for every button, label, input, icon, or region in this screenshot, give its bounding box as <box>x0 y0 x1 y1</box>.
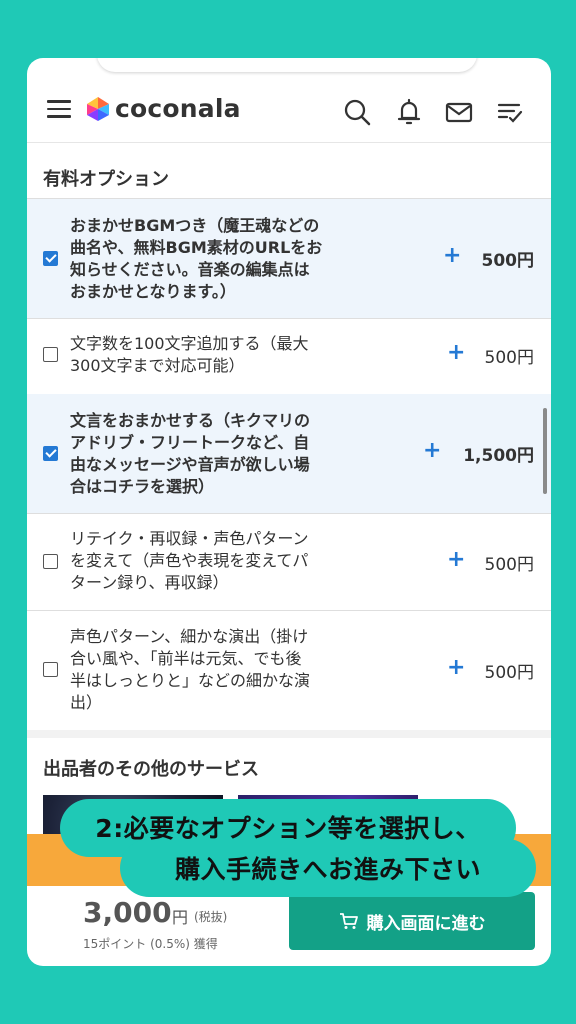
buy-button-label: 購入画面に進む <box>366 913 486 934</box>
other-services-title: 出品者のその他のサービス <box>43 759 259 780</box>
option-label: おまかせBGMつき（魔王魂などの 曲名や、無料BGM素材のURLをお 知らせくだ… <box>70 216 323 301</box>
option-row[interactable]: 文字数を100文字追加する（最大 300文字まで対応可能） + 500円 <box>27 317 551 395</box>
checkbox[interactable] <box>43 251 58 266</box>
mail-icon[interactable] <box>445 98 473 126</box>
app-header: coconala <box>27 86 551 143</box>
logo-text[interactable]: coconala <box>115 94 241 123</box>
tax-note: (税抜) <box>194 910 228 924</box>
checkbox[interactable] <box>43 662 58 677</box>
option-label: 声色パターン、細かな演出（掛け 合い風や、「前半は元気、でも後 半はしっとりと」… <box>70 627 311 712</box>
cart-icon <box>339 913 358 929</box>
menu-icon[interactable] <box>47 100 71 120</box>
proceed-to-purchase-button[interactable]: 購入画面に進む <box>289 892 535 950</box>
plus-icon: + <box>447 655 466 680</box>
option-price: 1,500円 <box>463 446 534 466</box>
total-price: 3,000 <box>83 896 172 929</box>
option-label: リテイク・再収録・声色パターン を変えて（声色や表現を変えてパ ターン録り、再収… <box>70 529 309 592</box>
option-row[interactable]: おまかせBGMつき（魔王魂などの 曲名や、無料BGM素材のURLをお 知らせくだ… <box>27 198 551 319</box>
option-label: 文字数を100文字追加する（最大 300文字まで対応可能） <box>70 334 309 375</box>
status-bar <box>97 58 477 72</box>
paid-options-title: 有料オプション <box>43 169 169 190</box>
scrollbar[interactable] <box>543 408 547 494</box>
option-row[interactable]: 文言をおまかせする（キクマリの アドリブ・フリートークなど、自 由なメッセージや… <box>27 394 551 514</box>
checkbox[interactable] <box>43 347 58 362</box>
plus-icon: + <box>443 243 462 268</box>
plus-icon: + <box>447 547 466 572</box>
option-price: 500円 <box>484 555 534 575</box>
checkbox[interactable] <box>43 446 58 461</box>
option-row[interactable]: 声色パターン、細かな演出（掛け 合い風や、「前半は元気、でも後 半はしっとりと」… <box>27 610 551 730</box>
instruction-callout: 2:必要なオプション等を選択し、 購入手続きへお進み下さい <box>60 799 536 897</box>
plus-icon: + <box>423 438 442 463</box>
option-price: 500円 <box>484 348 534 368</box>
option-label: 文言をおまかせする（キクマリの アドリブ・フリートークなど、自 由なメッセージや… <box>70 411 311 496</box>
checkbox[interactable] <box>43 554 58 569</box>
search-icon[interactable] <box>343 98 371 126</box>
option-row[interactable]: リテイク・再収録・声色パターン を変えて（声色や表現を変えてパ ターン録り、再収… <box>27 513 551 611</box>
callout-text-line1: 2:必要なオプション等を選択し、 <box>95 814 481 843</box>
option-price: 500円 <box>484 663 534 683</box>
section-divider <box>27 730 551 738</box>
callout-text-line2: 購入手続きへお進み下さい <box>174 855 481 884</box>
plus-icon: + <box>447 340 466 365</box>
points-earned: 15ポイント (0.5%) 獲得 <box>83 937 218 951</box>
option-price: 500円 <box>481 251 535 271</box>
bell-icon[interactable] <box>395 98 423 126</box>
price-unit: 円 <box>172 908 189 927</box>
coconala-logo-icon <box>87 97 109 121</box>
task-list-icon[interactable] <box>496 98 524 126</box>
